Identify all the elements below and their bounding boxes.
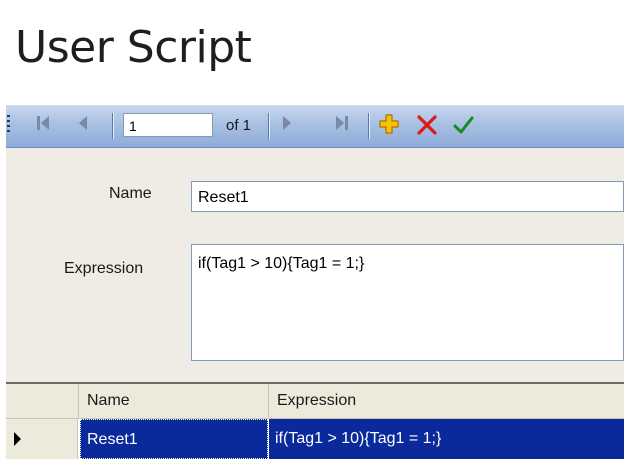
last-record-icon[interactable] [331, 114, 353, 138]
row-header-corner [6, 384, 78, 418]
toolbar-grip[interactable] [7, 115, 10, 135]
column-header-expression[interactable]: Expression [268, 384, 624, 418]
save-checkmark-icon[interactable] [452, 114, 474, 138]
next-record-icon[interactable] [276, 114, 298, 138]
cell-expression[interactable]: if(Tag1 > 10){Tag1 = 1;} [269, 419, 624, 459]
record-editor-panel: 1 of 1 Name Reset1 Expression if(Tag1 > … [6, 105, 624, 467]
name-field[interactable]: Reset1 [191, 181, 624, 212]
add-icon[interactable] [378, 114, 400, 138]
column-header-name[interactable]: Name [78, 384, 268, 418]
previous-record-icon[interactable] [72, 114, 94, 138]
row-header[interactable] [6, 419, 78, 459]
first-record-icon[interactable] [32, 114, 54, 138]
binding-navigator-toolbar: 1 of 1 [6, 105, 624, 148]
toolbar-separator [112, 113, 114, 139]
user-script-window: User Script 1 of 1 Name Reset1 Expressio… [0, 0, 624, 467]
delete-icon[interactable] [416, 114, 438, 138]
toolbar-separator [368, 113, 370, 139]
grid-header: Name Expression [6, 384, 624, 419]
expression-label: Expression [64, 260, 144, 277]
current-row-arrow-icon [14, 432, 21, 446]
table-row[interactable]: Reset1 if(Tag1 > 10){Tag1 = 1;} [6, 419, 624, 459]
page-title: User Script [15, 22, 252, 73]
expression-field[interactable]: if(Tag1 > 10){Tag1 = 1;} [191, 244, 624, 361]
name-label: Name [109, 185, 152, 202]
position-input[interactable]: 1 [123, 113, 213, 137]
record-count-label: of 1 [226, 117, 252, 134]
scripts-data-grid: Name Expression Reset1 if(Tag1 > 10){Tag… [6, 382, 624, 467]
cell-name[interactable]: Reset1 [80, 419, 268, 459]
toolbar-separator [268, 113, 270, 139]
